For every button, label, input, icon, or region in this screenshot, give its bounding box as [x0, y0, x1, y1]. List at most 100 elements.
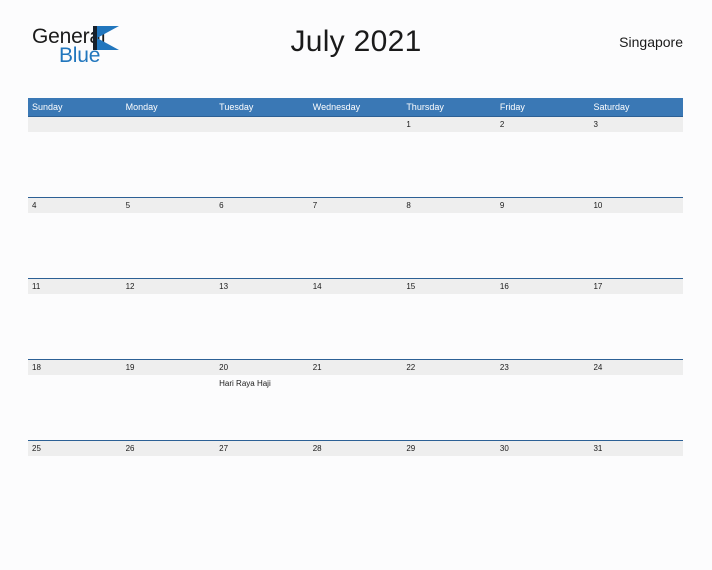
day-number: 7 [312, 201, 318, 210]
day-number: 21 [312, 363, 322, 372]
day-number-band: 3 [589, 117, 684, 132]
calendar-week-row: 18 19 20 Hari Raya Haji 21 22 23 24 [28, 359, 684, 440]
day-number-band: 22 [402, 360, 496, 375]
calendar-day-cell[interactable]: 10 [589, 198, 684, 278]
calendar-day-cell[interactable]: 22 [402, 360, 496, 440]
calendar-day-cell[interactable]: 29 [402, 441, 496, 521]
calendar-day-cell[interactable]: 11 [28, 279, 122, 359]
calendar-week-row: 4 5 6 7 8 9 10 [28, 197, 684, 278]
calendar-day-cell[interactable]: 18 [28, 360, 122, 440]
weekday-header-friday: Friday [499, 102, 525, 112]
day-number: 19 [125, 363, 135, 372]
day-number-band: 27 [215, 441, 309, 456]
day-number: 22 [406, 363, 416, 372]
calendar-day-cell[interactable]: 8 [402, 198, 496, 278]
day-number-band: 9 [495, 198, 590, 213]
calendar-day-cell[interactable]: 25 [28, 441, 122, 521]
day-number-band: 14 [308, 279, 403, 294]
day-number: 9 [499, 201, 505, 210]
day-number: 29 [406, 444, 416, 453]
calendar-grid: Sunday Monday Tuesday Wednesday Thursday Frid… [28, 98, 684, 521]
weekday-header-monday: Monday [125, 102, 158, 112]
calendar-day-cell[interactable]: 17 [589, 279, 684, 359]
locale-label: Singapore [619, 34, 683, 50]
day-number: 26 [125, 444, 135, 453]
day-number-band: 20 [215, 360, 309, 375]
calendar-day-cell[interactable]: 30 [495, 441, 590, 521]
day-number-band: 17 [589, 279, 684, 294]
calendar-day-cell[interactable]: 15 [402, 279, 496, 359]
day-events: Hari Raya Haji [215, 375, 309, 389]
day-number: 10 [593, 201, 603, 210]
day-number: 23 [499, 363, 509, 372]
day-number: 14 [312, 282, 322, 291]
calendar-day-cell[interactable]: 23 [495, 360, 590, 440]
calendar-day-cell[interactable]: 27 [215, 441, 309, 521]
day-number-band: 19 [121, 360, 216, 375]
calendar-day-cell[interactable]: 3 [589, 117, 684, 197]
weekday-header-sunday: Sunday [32, 102, 63, 112]
calendar-day-cell[interactable]: 2 [495, 117, 590, 197]
day-number: 5 [125, 201, 131, 210]
day-number: 25 [32, 444, 41, 453]
day-number-band: 16 [495, 279, 590, 294]
calendar-day-cell[interactable]: 24 [589, 360, 684, 440]
day-number-band: 28 [308, 441, 403, 456]
day-number: 12 [125, 282, 135, 291]
day-number: 18 [32, 363, 41, 372]
calendar-day-cell[interactable]: 7 [308, 198, 403, 278]
day-number-band: 12 [121, 279, 216, 294]
day-number-band: 11 [28, 279, 122, 294]
day-number-band: 15 [402, 279, 496, 294]
day-number-band: 26 [121, 441, 216, 456]
day-number-band: 1 [402, 117, 496, 132]
day-number: 4 [32, 201, 37, 210]
calendar-day-cell[interactable]: 14 [308, 279, 403, 359]
day-number: 31 [593, 444, 603, 453]
calendar-week-row: 1 2 3 [28, 116, 684, 197]
calendar-day-cell[interactable]: 20 Hari Raya Haji [215, 360, 309, 440]
calendar-day-cell[interactable]: 1 [402, 117, 496, 197]
day-number: 27 [219, 444, 229, 453]
day-number: 15 [406, 282, 416, 291]
calendar-day-cell[interactable]: 13 [215, 279, 309, 359]
calendar-day-cell[interactable]: 4 [28, 198, 122, 278]
day-number: 11 [32, 282, 41, 291]
day-number: 30 [499, 444, 509, 453]
day-number: 6 [219, 201, 224, 210]
day-number-band: 30 [495, 441, 590, 456]
calendar-day-cell[interactable]: 21 [308, 360, 403, 440]
day-number-band: 5 [121, 198, 216, 213]
day-number: 20 [219, 363, 229, 372]
calendar-day-cell[interactable]: 16 [495, 279, 590, 359]
calendar-week-row: 11 12 13 14 15 16 17 [28, 278, 684, 359]
weekday-header-tuesday: Tuesday [219, 102, 254, 112]
weekday-header-wednesday: Wednesday [312, 102, 361, 112]
page-title: July 2021 [290, 25, 422, 58]
calendar-day-cell[interactable]: 26 [121, 441, 216, 521]
calendar-day-cell[interactable]: 28 [308, 441, 403, 521]
weekday-header-saturday: Saturday [593, 102, 630, 112]
day-number-band: 21 [308, 360, 403, 375]
day-number-band: 29 [402, 441, 496, 456]
day-number-band: 31 [589, 441, 684, 456]
calendar-weeks: 1 2 3 4 5 6 7 8 9 10 11 12 13 14 15 16 17 18 19 20 Hari Raya… [28, 116, 684, 521]
calendar-day-cell[interactable]: 6 [215, 198, 309, 278]
day-number-band: 6 [215, 198, 309, 213]
calendar-day-cell[interactable]: 9 [495, 198, 590, 278]
day-number-band: 7 [308, 198, 403, 213]
weekday-header-row: Sunday Monday Tuesday Wednesday Thursday Frid… [28, 98, 683, 116]
calendar-day-cell[interactable]: 5 [121, 198, 216, 278]
holiday-label: Hari Raya Haji [219, 379, 271, 388]
day-number: 8 [406, 201, 411, 210]
calendar-day-cell-empty [308, 117, 403, 197]
day-number: 16 [499, 282, 509, 291]
weekday-header-thursday: Thursday [406, 102, 444, 112]
calendar-day-cell-empty [28, 117, 122, 197]
calendar-day-cell[interactable]: 12 [121, 279, 216, 359]
calendar-day-cell[interactable]: 19 [121, 360, 216, 440]
calendar-day-cell[interactable]: 31 [589, 441, 684, 521]
day-number-band: 24 [589, 360, 684, 375]
page-header: General Blue July 2021 Singapore [29, 20, 683, 72]
day-number: 1 [406, 120, 411, 129]
